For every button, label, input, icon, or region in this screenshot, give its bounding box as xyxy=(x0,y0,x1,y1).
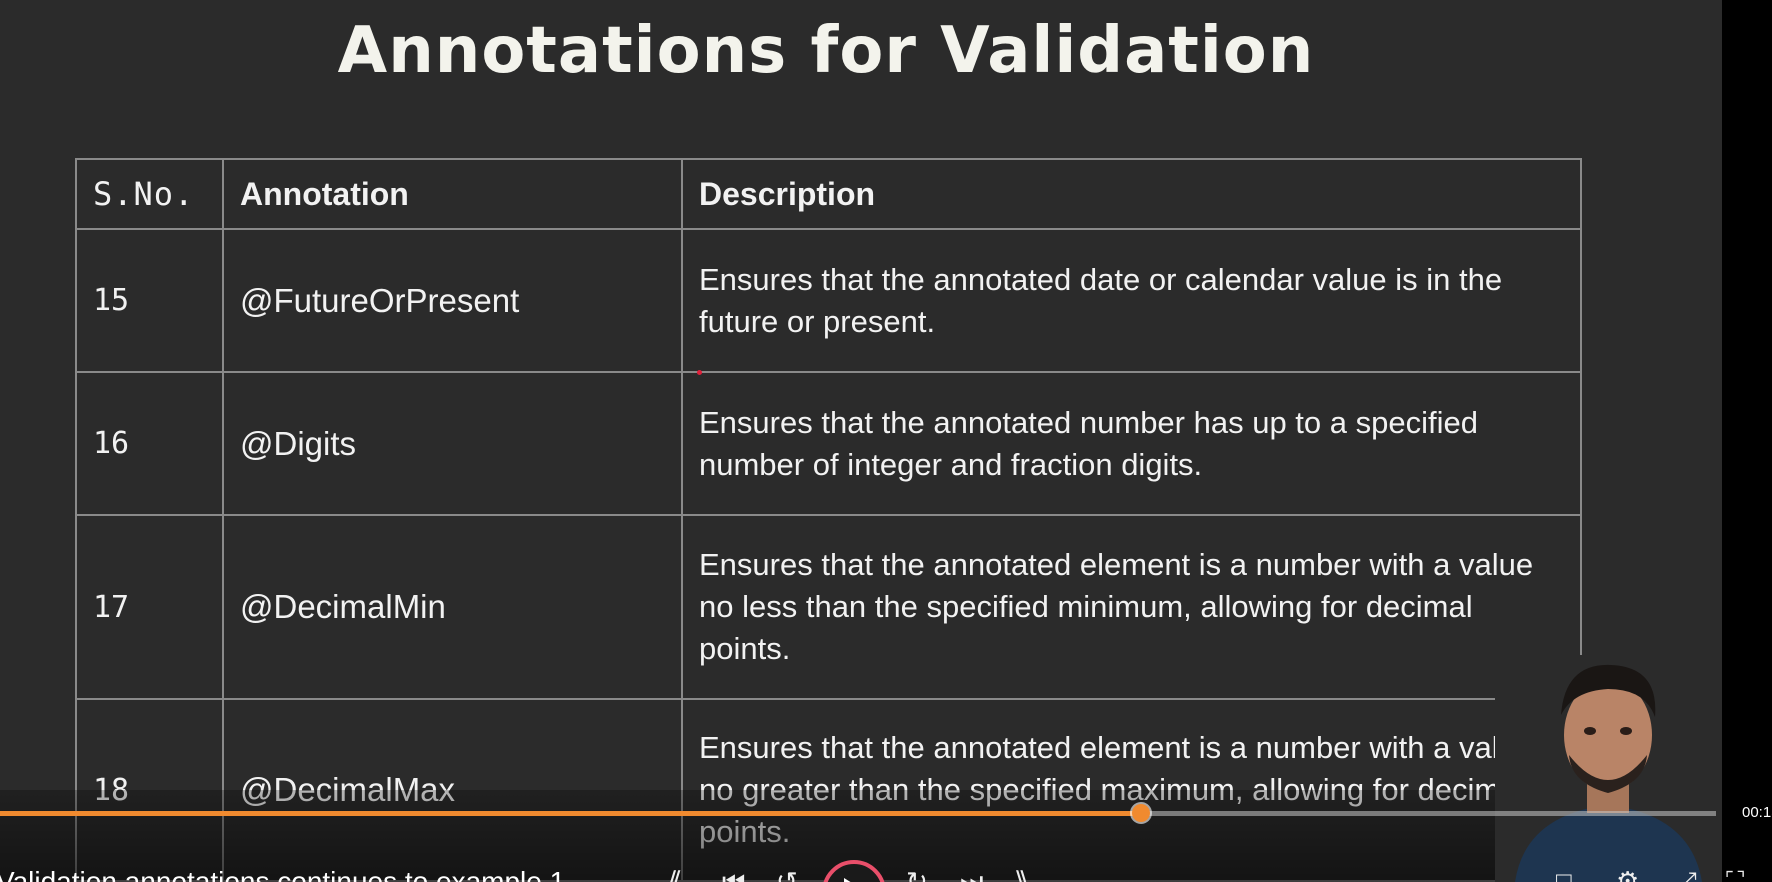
rewind-icon[interactable]: ⟪ xyxy=(668,866,682,882)
presenter-image xyxy=(1495,655,1722,882)
row-description: Ensures that the annotated element is a … xyxy=(681,514,1582,700)
row-sno: 16 xyxy=(75,371,224,516)
settings-icon[interactable]: ⚙ xyxy=(1616,866,1639,882)
letterbox-strip xyxy=(1722,0,1772,882)
header-sno: S.No. xyxy=(75,158,224,230)
fullscreen-icon[interactable]: ⛶ xyxy=(1726,866,1744,882)
slide-title: Annotations for Validation xyxy=(337,14,1315,88)
annotations-table: S.No. Annotation Description 15 @FutureO… xyxy=(75,158,1582,882)
row-sno: 15 xyxy=(75,228,224,373)
header-annotation: Annotation xyxy=(222,158,683,230)
replay-icon[interactable]: ↺ xyxy=(776,866,798,882)
row-description: Ensures that the annotated date or calen… xyxy=(681,228,1582,373)
row-description: Ensures that the annotated number has up… xyxy=(681,371,1582,516)
table-row: 17 @DecimalMin Ensures that the annotate… xyxy=(75,514,1582,700)
pip-icon[interactable]: ⤢ xyxy=(1676,866,1697,882)
forward-icon[interactable]: ↻ xyxy=(906,866,928,882)
play-icon xyxy=(844,878,851,882)
share-icon[interactable]: ⟫ xyxy=(1014,866,1028,882)
table-row: 15 @FutureOrPresent Ensures that the ann… xyxy=(75,228,1582,373)
row-annotation: @DecimalMin xyxy=(222,514,683,700)
video-frame[interactable]: Annotations for Validation S.No. Annotat… xyxy=(0,0,1772,882)
progress-thumb[interactable] xyxy=(1132,804,1151,822)
table-row: 16 @Digits Ensures that the annotated nu… xyxy=(75,371,1582,516)
time-label: 00:15 xyxy=(1742,804,1772,821)
video-caption: Validation annotations continues to exam… xyxy=(0,866,566,882)
progress-fill xyxy=(0,811,1142,816)
pointer-dot xyxy=(697,370,702,375)
row-sno: 17 xyxy=(75,514,224,700)
row-annotation: @Digits xyxy=(222,371,683,516)
presenter-webcam xyxy=(1495,655,1722,882)
progress-bar[interactable] xyxy=(0,804,1716,822)
next-icon[interactable]: ⏭ xyxy=(960,866,983,882)
table-header-row: S.No. Annotation Description xyxy=(75,158,1582,230)
row-annotation: @FutureOrPresent xyxy=(222,228,683,373)
header-description: Description xyxy=(681,158,1582,230)
previous-icon[interactable]: ⏮ xyxy=(722,866,745,882)
captions-icon[interactable]: □ xyxy=(1556,866,1572,882)
